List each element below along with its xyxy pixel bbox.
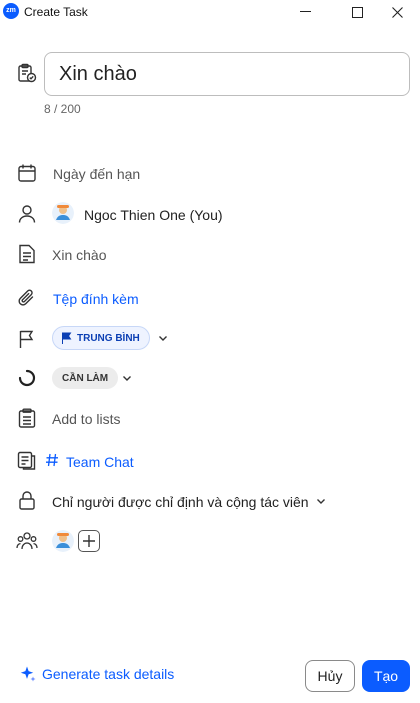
close-button[interactable] — [374, 0, 420, 24]
visibility-chevron-down-icon[interactable] — [316, 496, 326, 506]
zoom-logo-icon: zm — [3, 3, 19, 19]
hash-icon — [45, 453, 59, 467]
status-chevron-down-icon[interactable] — [122, 373, 132, 383]
person-icon — [17, 204, 37, 224]
create-button[interactable]: Tạo — [362, 660, 410, 692]
minimize-button[interactable] — [282, 0, 328, 24]
priority-flag-icon — [62, 332, 72, 344]
team-chat-link[interactable]: Team Chat — [66, 454, 134, 470]
task-clipboard-icon — [17, 63, 37, 83]
visibility-selector[interactable]: Chỉ người được chỉ định và cộng tác viên — [52, 494, 309, 510]
paperclip-icon — [17, 288, 37, 308]
lock-icon — [18, 490, 36, 510]
task-title-input[interactable] — [57, 53, 401, 95]
flag-icon — [18, 329, 36, 349]
description-field[interactable]: Xin chào — [52, 247, 106, 263]
collaborator-avatar — [52, 530, 74, 552]
assignee-avatar — [52, 202, 74, 224]
priority-label: TRUNG BÌNH — [77, 332, 140, 344]
list-clipboard-icon — [18, 408, 36, 428]
status-progress-icon — [18, 369, 36, 387]
priority-chevron-down-icon[interactable] — [158, 333, 168, 343]
generate-task-details-button[interactable]: Generate task details — [20, 666, 174, 682]
char-counter: 8 / 200 — [44, 102, 81, 116]
chat-channel-icon — [17, 451, 37, 471]
attachment-link[interactable]: Tệp đính kèm — [53, 291, 139, 307]
assignee-name[interactable]: Ngoc Thien One (You) — [84, 207, 223, 223]
group-people-icon — [16, 531, 38, 551]
task-title-field[interactable] — [44, 52, 410, 96]
window-title: Create Task — [24, 5, 88, 19]
document-icon — [18, 244, 36, 264]
calendar-icon — [17, 163, 37, 183]
priority-badge[interactable]: TRUNG BÌNH — [52, 326, 150, 350]
due-date-field[interactable]: Ngày đến hạn — [53, 166, 140, 182]
add-to-lists-field[interactable]: Add to lists — [52, 411, 120, 427]
generate-label: Generate task details — [42, 666, 175, 682]
plus-icon — [83, 535, 95, 547]
sparkle-icon — [20, 666, 36, 682]
status-badge[interactable]: CẦN LÀM — [52, 367, 119, 389]
cancel-button[interactable]: Hủy — [305, 660, 355, 692]
title-bar: zm Create Task — [0, 0, 420, 24]
status-label: CẦN LÀM — [62, 372, 109, 384]
add-collaborator-button[interactable] — [78, 530, 100, 552]
